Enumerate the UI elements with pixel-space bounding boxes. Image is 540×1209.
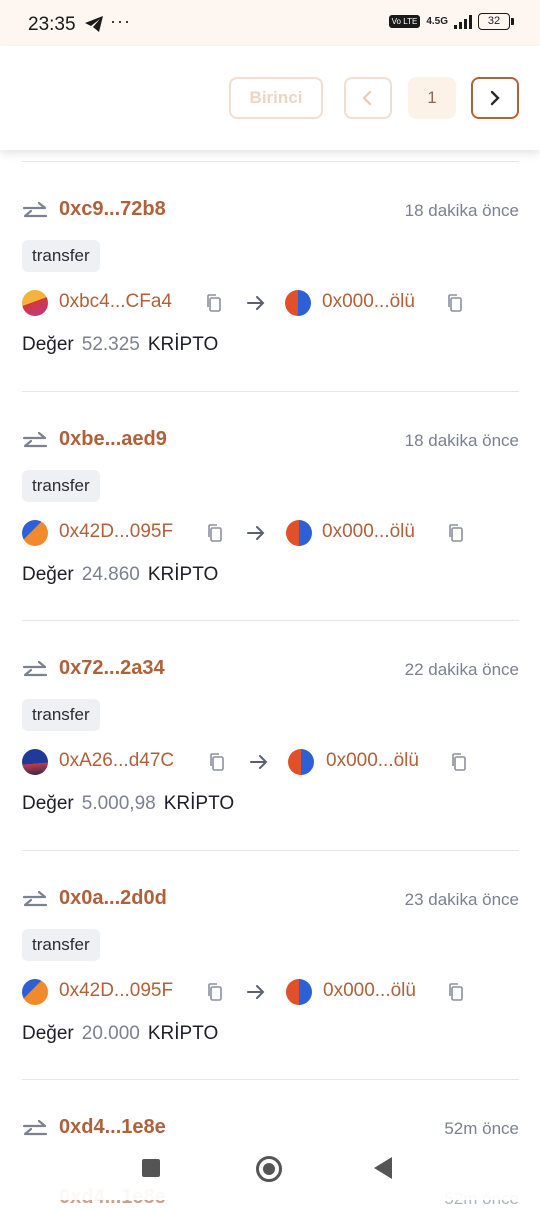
- from-avatar: [22, 979, 48, 1005]
- transaction-item: 0x0a...2d0d 23 dakika önce transfer 0x42…: [0, 851, 540, 1081]
- transaction-item: 0xc9...72b8 18 dakika önce transfer 0xbc…: [0, 162, 540, 392]
- method-tag: transfer: [22, 240, 100, 272]
- value-label: Değer: [22, 334, 74, 355]
- value-row: Değer 52.325 KRİPTO: [22, 334, 218, 356]
- arrow-right-icon: [247, 526, 265, 540]
- arrow-right-icon: [250, 755, 268, 769]
- telegram-icon: [85, 16, 103, 32]
- tx-age: 23 dakika önce: [404, 890, 519, 909]
- value-label: Değer: [22, 564, 74, 585]
- transaction-item: 0xbe...aed9 18 dakika önce transfer 0x42…: [0, 392, 540, 622]
- to-address-link[interactable]: 0x000...ölü: [322, 291, 415, 313]
- status-bar: 23:35 ··· Vo LTE 4.5G 32: [0, 0, 540, 46]
- from-avatar: [22, 290, 48, 316]
- transfer-arrows-icon: [22, 1119, 48, 1136]
- status-time: 23:35: [28, 14, 76, 35]
- tx-hash-link[interactable]: 0x0a...2d0d: [59, 887, 167, 910]
- copy-icon[interactable]: [447, 523, 465, 543]
- from-address-link[interactable]: 0xA26...d47C: [59, 750, 174, 772]
- to-address-link[interactable]: 0x000...ölü: [322, 521, 415, 543]
- recent-apps-button[interactable]: [142, 1159, 160, 1177]
- home-button[interactable]: [256, 1156, 282, 1182]
- signal-icon: [454, 14, 472, 29]
- copy-icon[interactable]: [446, 293, 464, 313]
- address-row: 0x42D...095F 0x000...ölü: [22, 977, 522, 1007]
- from-avatar: [22, 520, 48, 546]
- from-address-link[interactable]: 0x42D...095F: [59, 980, 173, 1002]
- to-avatar: [286, 979, 312, 1005]
- transaction-item: 0xd4...1e8e 52m önce: [0, 1080, 540, 1140]
- arrow-right-icon: [247, 296, 265, 310]
- first-page-button[interactable]: Birinci: [229, 77, 323, 119]
- tx-age: 52m önce: [444, 1119, 519, 1138]
- address-row: 0xA26...d47C 0x000...ölü: [22, 747, 522, 777]
- to-avatar: [288, 749, 314, 775]
- to-avatar: [285, 290, 311, 316]
- chevron-left-icon: [362, 90, 372, 106]
- to-avatar: [286, 520, 312, 546]
- transfer-arrows-icon: [22, 431, 48, 448]
- from-address-link[interactable]: 0xbc4...CFa4: [59, 291, 172, 313]
- to-address-link[interactable]: 0x000...ölü: [326, 750, 419, 772]
- tx-age: 22 dakika önce: [404, 660, 519, 679]
- system-nav-bar: [0, 1140, 540, 1200]
- address-row: 0x42D...095F 0x000...ölü: [22, 518, 522, 548]
- method-tag: transfer: [22, 470, 100, 502]
- next-page-button[interactable]: [471, 77, 519, 119]
- arrow-right-icon: [247, 985, 265, 999]
- method-tag: transfer: [22, 699, 100, 731]
- back-button[interactable]: [374, 1157, 392, 1179]
- tx-hash-link[interactable]: 0xd4...1e8e: [59, 1116, 166, 1139]
- tx-age: 18 dakika önce: [404, 201, 519, 220]
- network-type: 4.5G: [426, 15, 448, 27]
- from-address-link[interactable]: 0x42D...095F: [59, 521, 173, 543]
- copy-icon[interactable]: [206, 982, 224, 1002]
- chevron-right-icon: [490, 90, 500, 106]
- current-page: 1: [408, 77, 456, 119]
- value-currency: KRİPTO: [163, 793, 235, 814]
- transfer-arrows-icon: [22, 660, 48, 677]
- transfer-arrows-icon: [22, 201, 48, 218]
- to-address-link[interactable]: 0x000...ölü: [323, 980, 416, 1002]
- copy-icon[interactable]: [208, 752, 226, 772]
- tx-age: 18 dakika önce: [404, 431, 519, 450]
- transfer-arrows-icon: [22, 890, 48, 907]
- more-notifications-icon: ···: [110, 11, 131, 31]
- value-currency: KRİPTO: [147, 1023, 219, 1044]
- value-amount: 20.000: [81, 1023, 140, 1044]
- copy-icon[interactable]: [447, 982, 465, 1002]
- transaction-item: 0x72...2a34 22 dakika önce transfer 0xA2…: [0, 621, 540, 851]
- status-indicators: Vo LTE 4.5G 32: [388, 13, 514, 30]
- copy-icon[interactable]: [450, 752, 468, 772]
- value-currency: KRİPTO: [147, 564, 219, 585]
- address-row: 0xbc4...CFa4 0x000...ölü: [22, 288, 522, 318]
- tx-hash-link[interactable]: 0x72...2a34: [59, 657, 165, 680]
- volte-badge: Vo LTE: [388, 15, 421, 28]
- tx-hash-link[interactable]: 0xbe...aed9: [59, 428, 167, 451]
- value-amount: 5.000,98: [81, 793, 156, 814]
- value-label: Değer: [22, 793, 74, 814]
- copy-icon[interactable]: [206, 523, 224, 543]
- value-row: Değer 20.000 KRİPTO: [22, 1023, 218, 1045]
- battery-icon: 32: [478, 13, 514, 30]
- from-avatar: [22, 749, 48, 775]
- value-row: Değer 24.860 KRİPTO: [22, 564, 218, 586]
- copy-icon[interactable]: [205, 293, 223, 313]
- value-label: Değer: [22, 1023, 74, 1044]
- value-amount: 52.325: [81, 334, 140, 355]
- method-tag: transfer: [22, 929, 100, 961]
- value-amount: 24.860: [81, 564, 140, 585]
- value-currency: KRİPTO: [147, 334, 219, 355]
- tx-hash-link[interactable]: 0xc9...72b8: [59, 198, 166, 221]
- value-row: Değer 5.000,98 KRİPTO: [22, 793, 234, 815]
- prev-page-button[interactable]: [344, 77, 392, 119]
- pagination-header: Birinci 1: [0, 46, 540, 150]
